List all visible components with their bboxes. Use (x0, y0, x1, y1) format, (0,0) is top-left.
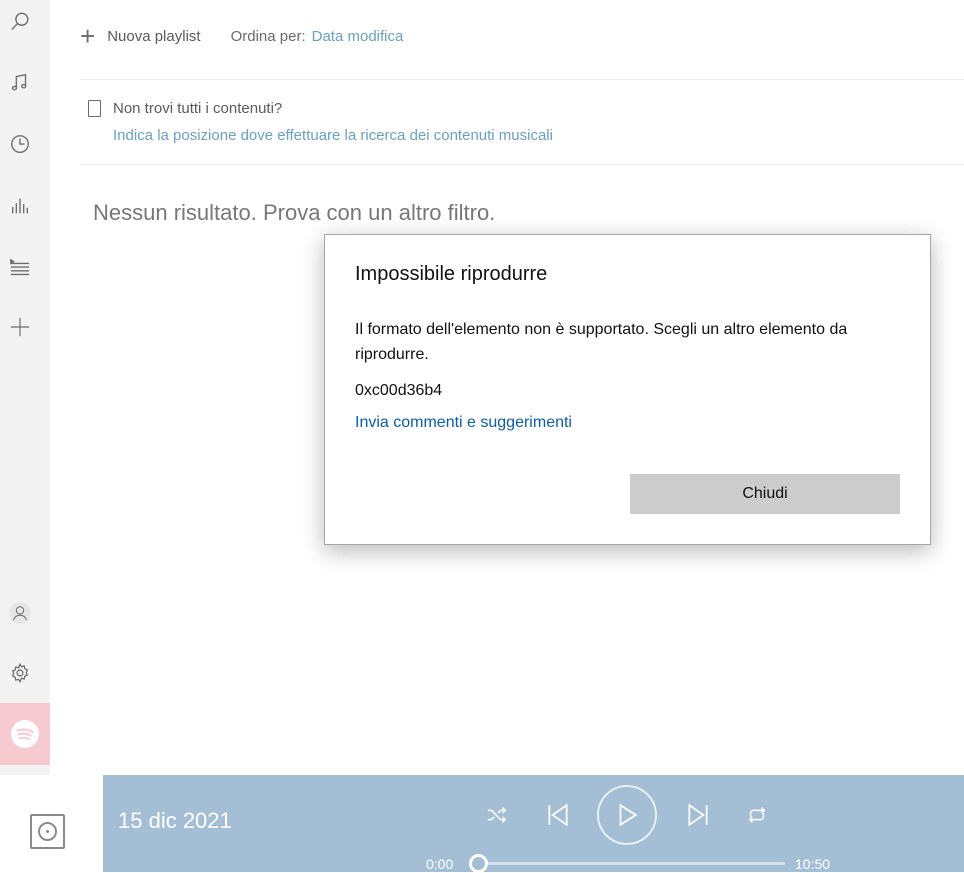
sort-label: Ordina per: (230, 27, 306, 45)
document-icon (88, 100, 101, 117)
current-time: 0:00 (426, 856, 454, 872)
plus-icon[interactable] (0, 307, 40, 347)
search-icon[interactable] (0, 2, 40, 42)
play-icon (619, 803, 638, 827)
play-button[interactable] (597, 785, 657, 845)
missing-content-question: Non trovi tutti i contenuti? (113, 100, 283, 117)
playlist-icon[interactable] (0, 248, 40, 288)
divider (80, 79, 964, 80)
equalizer-icon[interactable] (0, 186, 40, 226)
divider (80, 164, 964, 165)
spotify-button[interactable] (0, 703, 50, 765)
close-button[interactable]: Chiudi (630, 474, 900, 514)
album-icon (30, 814, 65, 849)
track-title[interactable]: 15 dic 2021 (118, 808, 232, 834)
repeat-icon[interactable] (744, 802, 770, 828)
spotify-icon (11, 720, 39, 748)
error-code: 0xc00d36b4 (355, 382, 443, 399)
player-bar: 15 dic 2021 0:00 10:50 (103, 775, 964, 873)
settings-icon[interactable] (0, 653, 40, 693)
sort-dropdown[interactable]: Data modifica (312, 28, 404, 45)
toolbar: + Nuova playlist Ordina per: Data modifi… (80, 22, 403, 50)
shuffle-icon[interactable] (484, 802, 510, 828)
feedback-link[interactable]: Invia commenti e suggerimenti (355, 414, 572, 432)
seek-bar[interactable] (483, 862, 785, 865)
empty-results-message: Nessun risultato. Prova con un altro fil… (93, 200, 496, 225)
user-icon[interactable] (0, 593, 40, 633)
new-playlist-label: Nuova playlist (107, 27, 201, 45)
new-playlist-button[interactable]: + Nuova playlist (80, 23, 201, 49)
error-dialog: Impossibile riprodurre Il formato dell'e… (324, 234, 931, 545)
dialog-message: Il formato dell'elemento non è supportat… (355, 321, 848, 363)
missing-content-notice: Non trovi tutti i contenuti? Indica la p… (88, 100, 553, 144)
next-icon[interactable] (684, 800, 712, 830)
previous-icon[interactable] (544, 800, 572, 830)
music-location-link[interactable]: Indica la posizione dove effettuare la r… (113, 127, 553, 144)
plus-icon: + (80, 21, 96, 51)
music-note-icon[interactable] (0, 63, 40, 103)
total-time: 10:50 (795, 856, 831, 872)
dialog-title: Impossibile riprodurre (355, 263, 548, 285)
seek-handle[interactable] (469, 854, 488, 873)
navigation-rail (0, 0, 50, 775)
clock-icon[interactable] (0, 124, 40, 164)
